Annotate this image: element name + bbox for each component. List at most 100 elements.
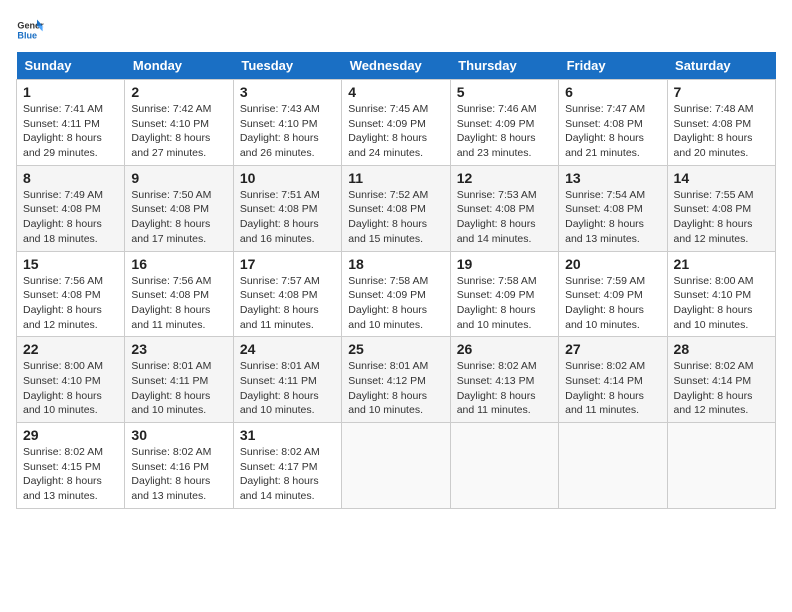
day-info: Sunrise: 8:02 AM Sunset: 4:13 PM Dayligh… bbox=[457, 359, 552, 418]
day-number: 19 bbox=[457, 256, 552, 272]
calendar-cell: 8 Sunrise: 7:49 AM Sunset: 4:08 PM Dayli… bbox=[17, 165, 125, 251]
calendar-cell: 6 Sunrise: 7:47 AM Sunset: 4:08 PM Dayli… bbox=[559, 80, 667, 166]
day-number: 12 bbox=[457, 170, 552, 186]
calendar-cell: 30 Sunrise: 8:02 AM Sunset: 4:16 PM Dayl… bbox=[125, 423, 233, 509]
weekday-header-tuesday: Tuesday bbox=[233, 52, 341, 80]
calendar-week-row: 1 Sunrise: 7:41 AM Sunset: 4:11 PM Dayli… bbox=[17, 80, 776, 166]
day-info: Sunrise: 7:58 AM Sunset: 4:09 PM Dayligh… bbox=[457, 274, 552, 333]
day-number: 20 bbox=[565, 256, 660, 272]
calendar-cell: 10 Sunrise: 7:51 AM Sunset: 4:08 PM Dayl… bbox=[233, 165, 341, 251]
calendar-cell: 22 Sunrise: 8:00 AM Sunset: 4:10 PM Dayl… bbox=[17, 337, 125, 423]
calendar-cell: 23 Sunrise: 8:01 AM Sunset: 4:11 PM Dayl… bbox=[125, 337, 233, 423]
calendar-cell: 15 Sunrise: 7:56 AM Sunset: 4:08 PM Dayl… bbox=[17, 251, 125, 337]
day-info: Sunrise: 7:56 AM Sunset: 4:08 PM Dayligh… bbox=[131, 274, 226, 333]
calendar-cell: 27 Sunrise: 8:02 AM Sunset: 4:14 PM Dayl… bbox=[559, 337, 667, 423]
calendar-cell: 1 Sunrise: 7:41 AM Sunset: 4:11 PM Dayli… bbox=[17, 80, 125, 166]
day-number: 1 bbox=[23, 84, 118, 100]
calendar-cell: 3 Sunrise: 7:43 AM Sunset: 4:10 PM Dayli… bbox=[233, 80, 341, 166]
calendar-cell: 13 Sunrise: 7:54 AM Sunset: 4:08 PM Dayl… bbox=[559, 165, 667, 251]
day-info: Sunrise: 8:01 AM Sunset: 4:11 PM Dayligh… bbox=[131, 359, 226, 418]
calendar-cell: 9 Sunrise: 7:50 AM Sunset: 4:08 PM Dayli… bbox=[125, 165, 233, 251]
day-info: Sunrise: 8:02 AM Sunset: 4:17 PM Dayligh… bbox=[240, 445, 335, 504]
day-info: Sunrise: 7:57 AM Sunset: 4:08 PM Dayligh… bbox=[240, 274, 335, 333]
day-number: 31 bbox=[240, 427, 335, 443]
day-number: 18 bbox=[348, 256, 443, 272]
day-number: 13 bbox=[565, 170, 660, 186]
calendar-cell: 12 Sunrise: 7:53 AM Sunset: 4:08 PM Dayl… bbox=[450, 165, 558, 251]
calendar-week-row: 15 Sunrise: 7:56 AM Sunset: 4:08 PM Dayl… bbox=[17, 251, 776, 337]
day-number: 25 bbox=[348, 341, 443, 357]
day-number: 5 bbox=[457, 84, 552, 100]
weekday-header-monday: Monday bbox=[125, 52, 233, 80]
calendar-cell: 25 Sunrise: 8:01 AM Sunset: 4:12 PM Dayl… bbox=[342, 337, 450, 423]
calendar-week-row: 8 Sunrise: 7:49 AM Sunset: 4:08 PM Dayli… bbox=[17, 165, 776, 251]
day-number: 14 bbox=[674, 170, 769, 186]
calendar-cell: 4 Sunrise: 7:45 AM Sunset: 4:09 PM Dayli… bbox=[342, 80, 450, 166]
day-number: 2 bbox=[131, 84, 226, 100]
calendar-cell: 31 Sunrise: 8:02 AM Sunset: 4:17 PM Dayl… bbox=[233, 423, 341, 509]
calendar-cell: 20 Sunrise: 7:59 AM Sunset: 4:09 PM Dayl… bbox=[559, 251, 667, 337]
weekday-header-sunday: Sunday bbox=[17, 52, 125, 80]
calendar-cell: 2 Sunrise: 7:42 AM Sunset: 4:10 PM Dayli… bbox=[125, 80, 233, 166]
day-number: 29 bbox=[23, 427, 118, 443]
calendar-cell: 7 Sunrise: 7:48 AM Sunset: 4:08 PM Dayli… bbox=[667, 80, 775, 166]
day-info: Sunrise: 8:02 AM Sunset: 4:14 PM Dayligh… bbox=[674, 359, 769, 418]
calendar-cell: 14 Sunrise: 7:55 AM Sunset: 4:08 PM Dayl… bbox=[667, 165, 775, 251]
calendar-cell: 28 Sunrise: 8:02 AM Sunset: 4:14 PM Dayl… bbox=[667, 337, 775, 423]
calendar-week-row: 29 Sunrise: 8:02 AM Sunset: 4:15 PM Dayl… bbox=[17, 423, 776, 509]
day-info: Sunrise: 8:01 AM Sunset: 4:11 PM Dayligh… bbox=[240, 359, 335, 418]
day-number: 30 bbox=[131, 427, 226, 443]
weekday-header-wednesday: Wednesday bbox=[342, 52, 450, 80]
day-info: Sunrise: 7:43 AM Sunset: 4:10 PM Dayligh… bbox=[240, 102, 335, 161]
calendar-cell: 26 Sunrise: 8:02 AM Sunset: 4:13 PM Dayl… bbox=[450, 337, 558, 423]
calendar-cell bbox=[667, 423, 775, 509]
day-number: 17 bbox=[240, 256, 335, 272]
day-number: 4 bbox=[348, 84, 443, 100]
day-info: Sunrise: 7:56 AM Sunset: 4:08 PM Dayligh… bbox=[23, 274, 118, 333]
day-info: Sunrise: 7:47 AM Sunset: 4:08 PM Dayligh… bbox=[565, 102, 660, 161]
calendar-cell: 18 Sunrise: 7:58 AM Sunset: 4:09 PM Dayl… bbox=[342, 251, 450, 337]
day-info: Sunrise: 7:41 AM Sunset: 4:11 PM Dayligh… bbox=[23, 102, 118, 161]
day-info: Sunrise: 7:48 AM Sunset: 4:08 PM Dayligh… bbox=[674, 102, 769, 161]
calendar-cell: 5 Sunrise: 7:46 AM Sunset: 4:09 PM Dayli… bbox=[450, 80, 558, 166]
day-info: Sunrise: 7:42 AM Sunset: 4:10 PM Dayligh… bbox=[131, 102, 226, 161]
calendar-cell bbox=[450, 423, 558, 509]
day-number: 24 bbox=[240, 341, 335, 357]
day-info: Sunrise: 8:02 AM Sunset: 4:16 PM Dayligh… bbox=[131, 445, 226, 504]
calendar-table: SundayMondayTuesdayWednesdayThursdayFrid… bbox=[16, 52, 776, 509]
day-info: Sunrise: 7:52 AM Sunset: 4:08 PM Dayligh… bbox=[348, 188, 443, 247]
calendar-cell: 24 Sunrise: 8:01 AM Sunset: 4:11 PM Dayl… bbox=[233, 337, 341, 423]
day-info: Sunrise: 7:45 AM Sunset: 4:09 PM Dayligh… bbox=[348, 102, 443, 161]
calendar-cell bbox=[342, 423, 450, 509]
day-info: Sunrise: 7:50 AM Sunset: 4:08 PM Dayligh… bbox=[131, 188, 226, 247]
day-info: Sunrise: 7:46 AM Sunset: 4:09 PM Dayligh… bbox=[457, 102, 552, 161]
calendar-cell: 11 Sunrise: 7:52 AM Sunset: 4:08 PM Dayl… bbox=[342, 165, 450, 251]
day-number: 26 bbox=[457, 341, 552, 357]
day-info: Sunrise: 7:54 AM Sunset: 4:08 PM Dayligh… bbox=[565, 188, 660, 247]
day-info: Sunrise: 7:51 AM Sunset: 4:08 PM Dayligh… bbox=[240, 188, 335, 247]
day-number: 23 bbox=[131, 341, 226, 357]
day-info: Sunrise: 7:55 AM Sunset: 4:08 PM Dayligh… bbox=[674, 188, 769, 247]
day-info: Sunrise: 8:02 AM Sunset: 4:15 PM Dayligh… bbox=[23, 445, 118, 504]
calendar-cell: 21 Sunrise: 8:00 AM Sunset: 4:10 PM Dayl… bbox=[667, 251, 775, 337]
day-number: 15 bbox=[23, 256, 118, 272]
calendar-cell: 17 Sunrise: 7:57 AM Sunset: 4:08 PM Dayl… bbox=[233, 251, 341, 337]
calendar-cell: 16 Sunrise: 7:56 AM Sunset: 4:08 PM Dayl… bbox=[125, 251, 233, 337]
weekday-header-row: SundayMondayTuesdayWednesdayThursdayFrid… bbox=[17, 52, 776, 80]
day-number: 9 bbox=[131, 170, 226, 186]
day-number: 3 bbox=[240, 84, 335, 100]
logo: General Blue bbox=[16, 16, 44, 44]
day-number: 27 bbox=[565, 341, 660, 357]
day-number: 22 bbox=[23, 341, 118, 357]
day-info: Sunrise: 8:02 AM Sunset: 4:14 PM Dayligh… bbox=[565, 359, 660, 418]
day-info: Sunrise: 8:00 AM Sunset: 4:10 PM Dayligh… bbox=[23, 359, 118, 418]
calendar-week-row: 22 Sunrise: 8:00 AM Sunset: 4:10 PM Dayl… bbox=[17, 337, 776, 423]
day-number: 11 bbox=[348, 170, 443, 186]
weekday-header-saturday: Saturday bbox=[667, 52, 775, 80]
day-number: 6 bbox=[565, 84, 660, 100]
weekday-header-thursday: Thursday bbox=[450, 52, 558, 80]
day-info: Sunrise: 7:58 AM Sunset: 4:09 PM Dayligh… bbox=[348, 274, 443, 333]
day-info: Sunrise: 7:59 AM Sunset: 4:09 PM Dayligh… bbox=[565, 274, 660, 333]
day-info: Sunrise: 8:01 AM Sunset: 4:12 PM Dayligh… bbox=[348, 359, 443, 418]
weekday-header-friday: Friday bbox=[559, 52, 667, 80]
